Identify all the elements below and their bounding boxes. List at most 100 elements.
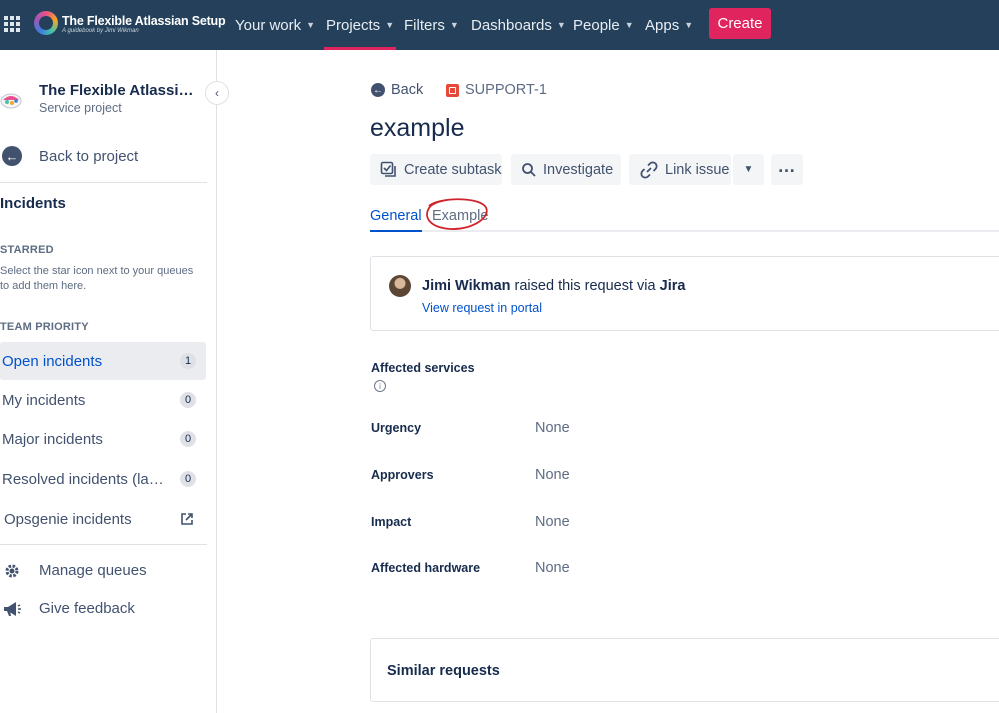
top-navigation: The Flexible Atlassian Setup A guidebook… (0, 0, 999, 50)
logo-subtitle: A guidebook by Jimi Wikman (62, 28, 139, 34)
nav-dashboards[interactable]: Dashboards ▼ (471, 0, 566, 50)
queue-my-incidents[interactable]: My incidents 0 (0, 381, 206, 419)
field-value-urgency[interactable]: None (535, 420, 570, 436)
nav-people[interactable]: People ▼ (573, 0, 634, 50)
chevron-down-icon: ▼ (306, 20, 316, 30)
chevron-down-icon: ▼ (743, 164, 754, 175)
incident-type-icon (446, 83, 459, 97)
app-switcher-icon[interactable] (4, 16, 20, 32)
megaphone-icon (4, 602, 21, 616)
divider (0, 544, 207, 545)
queue-opsgenie-incidents[interactable]: Opsgenie incidents (0, 500, 206, 538)
create-subtask-label: Create subtask (404, 161, 502, 178)
chevron-left-icon: ‹ (215, 86, 219, 100)
site-logo[interactable]: The Flexible Atlassian Setup A guidebook… (34, 11, 226, 39)
queue-open-incidents[interactable]: Open incidents 1 (0, 342, 206, 380)
search-icon (522, 162, 536, 177)
issue-view: ← Back SUPPORT-1 example Create subtask … (218, 50, 999, 713)
team-priority-heading: TEAM PRIORITY (0, 321, 89, 333)
request-summary: Jimi Wikman raised this request via Jira (422, 278, 685, 294)
divider (0, 182, 207, 183)
nav-apps[interactable]: Apps ▼ (645, 0, 693, 50)
request-channel: Jira (659, 278, 686, 294)
field-label-affected-services: Affected services (371, 361, 475, 375)
investigate-button[interactable]: Investigate (511, 154, 621, 185)
chevron-down-icon: ▼ (385, 20, 395, 30)
queue-count-badge: 0 (180, 471, 196, 487)
chevron-down-icon: ▼ (556, 20, 566, 30)
field-value-approvers[interactable]: None (535, 467, 570, 483)
field-value-impact[interactable]: None (535, 514, 570, 530)
nav-projects[interactable]: Projects ▼ (323, 0, 397, 50)
raised-text: raised this request via (510, 278, 660, 294)
chevron-down-icon: ▼ (684, 20, 694, 30)
field-value-affected-hardware[interactable]: None (535, 560, 570, 576)
link-issue-button[interactable]: Link issue (629, 154, 731, 185)
tab-general[interactable]: General (370, 208, 422, 232)
give-feedback-label: Give feedback (39, 600, 135, 617)
investigate-label: Investigate (543, 161, 614, 178)
logo-mark-icon (34, 11, 58, 35)
queue-major-incidents[interactable]: Major incidents 0 (0, 420, 206, 458)
similar-requests-title: Similar requests (387, 663, 500, 679)
link-icon (640, 160, 658, 179)
project-avatar-icon (0, 93, 22, 109)
field-label-approvers: Approvers (371, 468, 434, 482)
project-name[interactable]: The Flexible Atlassian Setup (39, 82, 195, 99)
avatar[interactable] (389, 275, 411, 297)
back-label: Back (391, 82, 424, 98)
back-arrow-icon: ← (371, 83, 385, 97)
queue-resolved-incidents[interactable]: Resolved incidents (last 7 days) 0 (0, 460, 206, 498)
queue-count-badge: 0 (180, 392, 196, 408)
annotation-circle (426, 198, 488, 230)
field-label-urgency: Urgency (371, 421, 422, 435)
back-to-project-link[interactable]: Back to project (39, 148, 138, 165)
view-request-in-portal-link[interactable]: View request in portal (422, 301, 542, 315)
nav-your-work[interactable]: Your work ▼ (235, 0, 315, 50)
nav-label: Filters (404, 16, 445, 34)
project-type: Service project (39, 101, 122, 115)
chevron-down-icon: ▼ (624, 20, 634, 30)
queue-label: Major incidents (2, 430, 103, 448)
queue-label: My incidents (2, 391, 86, 409)
back-arrow-icon[interactable]: ← (2, 146, 22, 166)
starred-hint: Select the star icon next to your queues… (0, 265, 194, 292)
sidebar: The Flexible Atlassian Setup Service pro… (0, 50, 229, 713)
link-issue-dropdown-button[interactable]: ▼ (733, 154, 764, 185)
nav-label: People (573, 16, 620, 34)
subtask-icon (380, 161, 396, 177)
logo-title: The Flexible Atlassian Setup (62, 14, 226, 28)
request-card: Jimi Wikman raised this request via Jira… (370, 256, 999, 331)
starred-heading: STARRED (0, 244, 54, 256)
issue-title[interactable]: example (370, 114, 465, 143)
queue-label: Opsgenie incidents (4, 510, 132, 528)
reporter-name[interactable]: Jimi Wikman (422, 278, 511, 294)
field-label-affected-hardware: Affected hardware (371, 561, 481, 575)
queue-count-badge: 0 (180, 431, 196, 447)
issue-key-link[interactable]: SUPPORT-1 (446, 82, 547, 98)
external-link-icon (181, 513, 193, 525)
gear-icon (5, 564, 19, 578)
collapse-sidebar-button[interactable]: ‹ (205, 81, 229, 105)
field-label-impact: Impact (371, 515, 412, 529)
queue-count-badge: 1 (180, 353, 196, 369)
more-icon: … (777, 156, 797, 176)
sidebar-section-title: Incidents (0, 195, 66, 212)
issue-key: SUPPORT-1 (465, 82, 547, 98)
nav-filters[interactable]: Filters ▼ (404, 0, 459, 50)
nav-label: Apps (645, 16, 680, 34)
nav-label: Dashboards (471, 16, 552, 34)
nav-label: Your work (235, 16, 302, 34)
queue-label: Open incidents (2, 352, 103, 370)
link-issue-label: Link issue (665, 161, 730, 178)
create-button[interactable]: Create (709, 8, 771, 39)
nav-label: Projects (326, 16, 381, 34)
similar-requests-panel: Similar requests (370, 638, 999, 702)
queue-label: Resolved incidents (last 7 days) (2, 470, 168, 488)
back-link[interactable]: ← Back (371, 82, 423, 98)
info-icon[interactable]: i (374, 380, 386, 392)
chevron-down-icon: ▼ (449, 20, 459, 30)
more-actions-button[interactable]: … (771, 154, 803, 185)
create-subtask-button[interactable]: Create subtask (370, 154, 502, 185)
manage-queues-label: Manage queues (39, 562, 147, 579)
